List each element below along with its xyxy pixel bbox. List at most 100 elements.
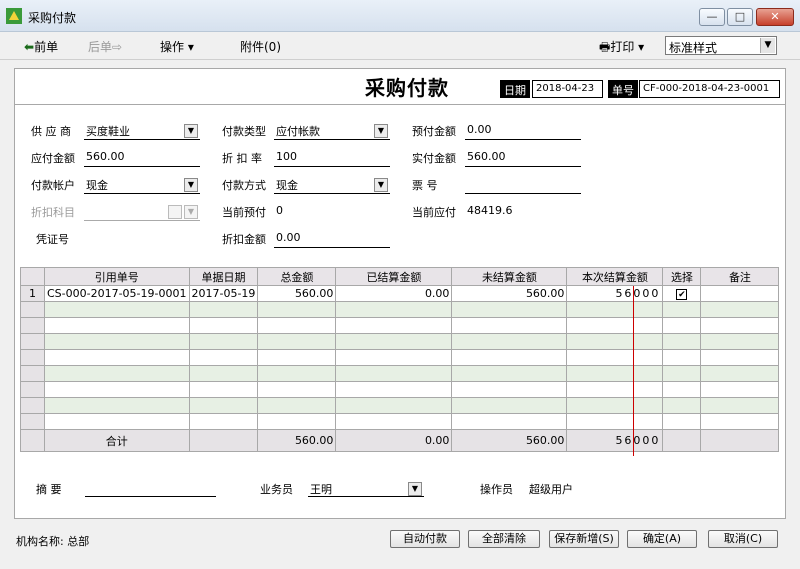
- prev-button[interactable]: ⬅前单: [24, 38, 58, 55]
- cell-empty[interactable]: [700, 301, 780, 318]
- table-row[interactable]: 1 CS-000-2017-05-19-0001 2017-05-19 560.…: [20, 285, 780, 302]
- cell-empty[interactable]: [44, 365, 190, 382]
- cell-empty[interactable]: [188, 301, 259, 318]
- maximize-button[interactable]: □: [727, 8, 753, 26]
- cell-empty[interactable]: [335, 317, 453, 334]
- cell-empty[interactable]: [566, 365, 664, 382]
- cell-empty[interactable]: [44, 317, 190, 334]
- cell-empty[interactable]: [335, 413, 453, 430]
- date-field[interactable]: 2018-04-23: [532, 80, 603, 98]
- cell-empty[interactable]: [188, 413, 259, 430]
- cell-empty[interactable]: [662, 413, 702, 430]
- cell-empty[interactable]: [566, 333, 664, 350]
- cell-empty[interactable]: [44, 349, 190, 366]
- table-row[interactable]: [20, 317, 780, 334]
- cell-empty[interactable]: [335, 397, 453, 414]
- discount-subject-lookup[interactable]: [168, 205, 182, 219]
- cell-empty[interactable]: [335, 333, 453, 350]
- cell-empty[interactable]: [257, 333, 337, 350]
- attachment-button[interactable]: 附件(0): [240, 38, 281, 55]
- cell-empty[interactable]: [700, 349, 780, 366]
- col-ref[interactable]: 引用单号: [44, 267, 190, 286]
- cell-empty[interactable]: [257, 381, 337, 398]
- cell-empty[interactable]: [566, 397, 664, 414]
- cell-empty[interactable]: [44, 301, 190, 318]
- account-dropdown[interactable]: ▼: [184, 178, 198, 192]
- cell-empty[interactable]: [662, 301, 702, 318]
- supplier-dropdown[interactable]: ▼: [184, 124, 198, 138]
- col-unsettled[interactable]: 未结算金额: [451, 267, 568, 286]
- cell-empty[interactable]: [451, 413, 568, 430]
- col-settled[interactable]: 已结算金额: [335, 267, 453, 286]
- cell-empty[interactable]: [451, 381, 568, 398]
- cell-total[interactable]: 560.00: [257, 285, 337, 302]
- cell-empty[interactable]: [335, 365, 453, 382]
- cell-empty[interactable]: [700, 381, 780, 398]
- cell-empty[interactable]: [188, 365, 259, 382]
- cell-empty[interactable]: [700, 317, 780, 334]
- salesman-dropdown[interactable]: ▼: [408, 482, 422, 496]
- doc-no-field[interactable]: CF-000-2018-04-23-0001: [639, 80, 780, 98]
- cell-empty[interactable]: [662, 349, 702, 366]
- cell-empty[interactable]: [257, 365, 337, 382]
- cell-empty[interactable]: [662, 397, 702, 414]
- cell-empty[interactable]: [662, 381, 702, 398]
- table-row[interactable]: [20, 381, 780, 398]
- cancel-button[interactable]: 取消(C): [708, 530, 778, 548]
- cell-empty[interactable]: [662, 365, 702, 382]
- cell-empty[interactable]: [700, 397, 780, 414]
- cell-empty[interactable]: [188, 397, 259, 414]
- clear-all-button[interactable]: 全部清除: [468, 530, 540, 548]
- table-row[interactable]: [20, 413, 780, 430]
- cell-empty[interactable]: [257, 349, 337, 366]
- cell-select[interactable]: ✔: [662, 285, 702, 302]
- auto-pay-button[interactable]: 自动付款: [390, 530, 460, 548]
- col-current[interactable]: 本次结算金额: [566, 267, 664, 286]
- table-row[interactable]: [20, 301, 780, 318]
- cell-empty[interactable]: [257, 317, 337, 334]
- cell-empty[interactable]: [662, 333, 702, 350]
- cell-empty[interactable]: [188, 333, 259, 350]
- cell-empty[interactable]: [188, 317, 259, 334]
- table-row[interactable]: [20, 333, 780, 350]
- cell-empty[interactable]: [257, 413, 337, 430]
- cell-empty[interactable]: [257, 301, 337, 318]
- cell-empty[interactable]: [188, 349, 259, 366]
- cell-empty[interactable]: [566, 413, 664, 430]
- cell-empty[interactable]: [451, 317, 568, 334]
- print-style-select[interactable]: 标准样式 ▼: [665, 36, 777, 55]
- cell-current[interactable]: 56000: [566, 285, 664, 302]
- discount-rate-field[interactable]: 100: [276, 150, 297, 163]
- cell-empty[interactable]: [662, 317, 702, 334]
- cell-date[interactable]: 2017-05-19: [188, 285, 259, 302]
- table-row[interactable]: [20, 397, 780, 414]
- close-button[interactable]: ✕: [756, 8, 794, 26]
- cell-empty[interactable]: [566, 349, 664, 366]
- cell-empty[interactable]: [566, 317, 664, 334]
- cell-empty[interactable]: [566, 381, 664, 398]
- cell-empty[interactable]: [257, 397, 337, 414]
- col-note[interactable]: 备注: [700, 267, 780, 286]
- cell-unsettled[interactable]: 560.00: [451, 285, 568, 302]
- operate-menu[interactable]: 操作 ▾: [160, 38, 194, 55]
- cell-empty[interactable]: [700, 365, 780, 382]
- cell-empty[interactable]: [335, 381, 453, 398]
- cell-empty[interactable]: [451, 301, 568, 318]
- save-new-button[interactable]: 保存新增(S): [549, 530, 619, 548]
- pay-type-dropdown[interactable]: ▼: [374, 124, 388, 138]
- payable-field[interactable]: 560.00: [86, 150, 125, 163]
- cell-empty[interactable]: [44, 381, 190, 398]
- discount-amount-field[interactable]: 0.00: [276, 231, 301, 244]
- col-select[interactable]: 选择: [662, 267, 702, 286]
- select-checkbox[interactable]: ✔: [676, 289, 688, 300]
- cell-empty[interactable]: [451, 349, 568, 366]
- table-row[interactable]: [20, 349, 780, 366]
- actual-pay-field[interactable]: 560.00: [467, 150, 506, 163]
- cell-empty[interactable]: [188, 381, 259, 398]
- cell-empty[interactable]: [335, 301, 453, 318]
- cell-empty[interactable]: [44, 333, 190, 350]
- method-dropdown[interactable]: ▼: [374, 178, 388, 192]
- print-button[interactable]: 🖶打印 ▾: [599, 38, 644, 59]
- cell-empty[interactable]: [566, 301, 664, 318]
- cell-empty[interactable]: [451, 397, 568, 414]
